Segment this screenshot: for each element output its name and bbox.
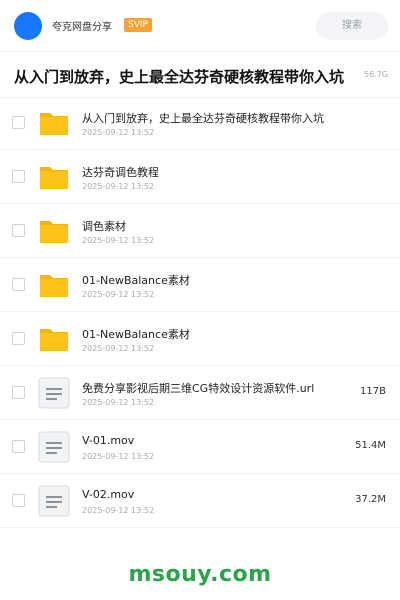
file-name: 从入门到放弃，史上最全达芬奇硬核教程带你入坑 bbox=[82, 112, 324, 125]
avatar[interactable] bbox=[14, 12, 42, 40]
file-size: 51.4M bbox=[355, 440, 386, 451]
file-size: 117B bbox=[360, 386, 386, 397]
folder-icon bbox=[40, 167, 68, 189]
account-name: 夸克网盘分享 bbox=[52, 22, 112, 33]
file-row[interactable]: 免费分享影视后期三维CG特效设计资源软件.url 2025-09-12 13:5… bbox=[0, 366, 400, 420]
file-date: 2025-09-12 13:52 bbox=[82, 398, 155, 407]
file-name: 达芬奇调色教程 bbox=[82, 166, 159, 179]
file-list: 从入门到放弃，史上最全达芬奇硬核教程带你入坑 2025-09-12 13:52 … bbox=[0, 96, 400, 528]
file-date: 2025-09-12 13:52 bbox=[82, 506, 155, 515]
page-title: 从入门到放弃，史上最全达芬奇硬核教程带你入坑 bbox=[14, 68, 345, 86]
folder-icon bbox=[40, 329, 68, 351]
folder-icon bbox=[40, 113, 68, 135]
file-row[interactable]: 从入门到放弃，史上最全达芬奇硬核教程带你入坑 2025-09-12 13:52 bbox=[0, 96, 400, 150]
file-name: V-01.mov bbox=[82, 434, 135, 447]
file-row[interactable]: 01-NewBalance素材 2025-09-12 13:52 bbox=[0, 312, 400, 366]
total-size: 56.7G bbox=[363, 70, 388, 79]
row-checkbox[interactable] bbox=[12, 116, 25, 129]
file-row[interactable]: 01-NewBalance素材 2025-09-12 13:52 bbox=[0, 258, 400, 312]
row-checkbox[interactable] bbox=[12, 386, 25, 399]
file-date: 2025-09-12 13:52 bbox=[82, 344, 155, 353]
row-checkbox[interactable] bbox=[12, 278, 25, 291]
file-row[interactable]: 调色素材 2025-09-12 13:52 bbox=[0, 204, 400, 258]
file-date: 2025-09-12 13:52 bbox=[82, 128, 155, 137]
file-name: 01-NewBalance素材 bbox=[82, 328, 190, 341]
file-row[interactable]: V-01.mov 2025-09-12 13:52 51.4M bbox=[0, 420, 400, 474]
row-checkbox[interactable] bbox=[12, 224, 25, 237]
file-icon bbox=[38, 377, 70, 409]
file-date: 2025-09-12 13:52 bbox=[82, 452, 155, 461]
row-checkbox[interactable] bbox=[12, 494, 25, 507]
watermark: msouy.com bbox=[128, 562, 272, 587]
file-icon bbox=[38, 431, 70, 463]
title-row: 从入门到放弃，史上最全达芬奇硬核教程带你入坑 56.7G bbox=[0, 52, 400, 98]
file-icon bbox=[38, 485, 70, 517]
file-name: 调色素材 bbox=[82, 220, 126, 233]
file-row[interactable]: V-02.mov 2025-09-12 13:52 37.2M bbox=[0, 474, 400, 528]
file-name: V-02.mov bbox=[82, 488, 135, 501]
row-checkbox[interactable] bbox=[12, 170, 25, 183]
folder-icon bbox=[40, 221, 68, 243]
file-date: 2025-09-12 13:52 bbox=[82, 236, 155, 245]
file-row[interactable]: 达芬奇调色教程 2025-09-12 13:52 bbox=[0, 150, 400, 204]
row-checkbox[interactable] bbox=[12, 440, 25, 453]
file-name: 01-NewBalance素材 bbox=[82, 274, 190, 287]
file-date: 2025-09-12 13:52 bbox=[82, 290, 155, 299]
file-size: 37.2M bbox=[355, 494, 386, 505]
folder-icon bbox=[40, 275, 68, 297]
row-checkbox[interactable] bbox=[12, 332, 25, 345]
search-button[interactable]: 搜索 bbox=[316, 12, 388, 40]
file-name: 免费分享影视后期三维CG特效设计资源软件.url bbox=[82, 382, 315, 395]
file-date: 2025-09-12 13:52 bbox=[82, 182, 155, 191]
svip-badge: SVIP bbox=[124, 18, 152, 32]
header: 夸克网盘分享 SVIP 搜索 bbox=[0, 0, 400, 52]
